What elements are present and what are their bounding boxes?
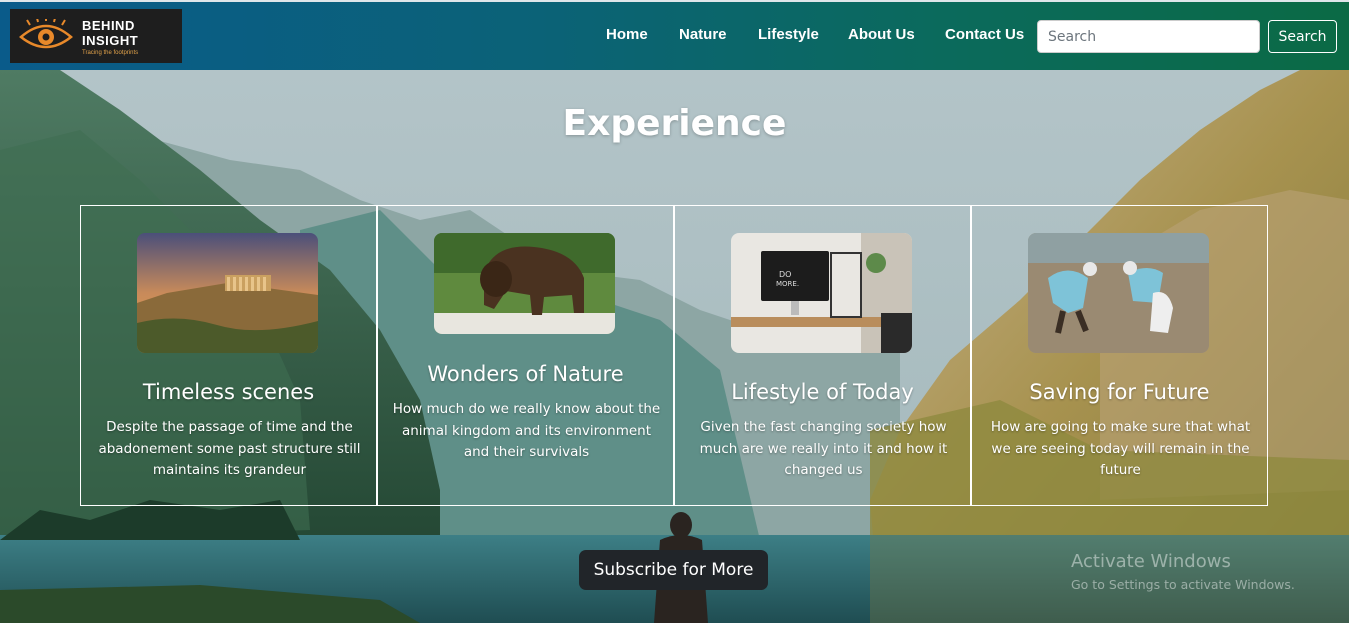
nav-link-lifestyle[interactable]: Lifestyle <box>758 26 819 43</box>
desk-computer-image: DO MORE. <box>731 233 912 353</box>
experience-card-saving-for-future: Saving for Future How are going to make … <box>971 205 1268 506</box>
card-text: Given the fast changing society how much… <box>699 419 948 478</box>
activate-windows-subtitle: Go to Settings to activate Windows. <box>1071 577 1295 592</box>
card-title: Saving for Future <box>1029 380 1210 404</box>
svg-text:MORE.: MORE. <box>776 280 799 288</box>
search-button[interactable]: Search <box>1268 20 1337 53</box>
brand-name-line1: BEHIND <box>82 18 135 33</box>
card-title: Timeless scenes <box>142 380 315 404</box>
nav-link-nature[interactable]: Nature <box>679 26 727 43</box>
beach-cleanup-image <box>1028 233 1209 353</box>
card-text: Despite the passage of time and the abad… <box>98 419 361 478</box>
hero-section: Experience Timeless scenes Despite the p… <box>0 70 1349 623</box>
navbar: BEHIND INSIGHT Tracing the footprints Ho… <box>0 0 1349 70</box>
card-title: Wonders of Nature <box>427 362 624 386</box>
activate-windows-title: Activate Windows <box>1071 551 1231 572</box>
page-title: Experience <box>562 103 787 144</box>
subscribe-button[interactable]: Subscribe for More <box>579 550 768 590</box>
brand-name-line2: INSIGHT <box>82 33 139 48</box>
search-input[interactable] <box>1037 20 1260 53</box>
card-title: Lifestyle of Today <box>731 380 914 404</box>
eye-logo-icon <box>19 19 73 49</box>
nav-link-home[interactable]: Home <box>606 26 648 43</box>
brand-logo[interactable]: BEHIND INSIGHT Tracing the footprints <box>10 9 182 63</box>
experience-card-timeless-scenes: Timeless scenes Despite the passage of t… <box>80 205 377 506</box>
brand-tagline: Tracing the footprints <box>82 50 139 56</box>
experience-card-lifestyle-of-today: DO MORE. Lifestyle of Today Given the fa… <box>674 205 971 506</box>
card-text: How are going to make sure that what we … <box>990 419 1251 478</box>
nav-link-about-us[interactable]: About Us <box>848 26 915 43</box>
nav-link-contact-us[interactable]: Contact Us <box>945 26 1024 43</box>
svg-text:DO: DO <box>779 270 791 279</box>
ancient-ruins-image <box>137 233 318 353</box>
experience-card-wonders-of-nature: Wonders of Nature How much do we really … <box>377 205 674 506</box>
card-text: How much do we really know about the ani… <box>392 401 661 460</box>
bison-image <box>434 233 615 334</box>
